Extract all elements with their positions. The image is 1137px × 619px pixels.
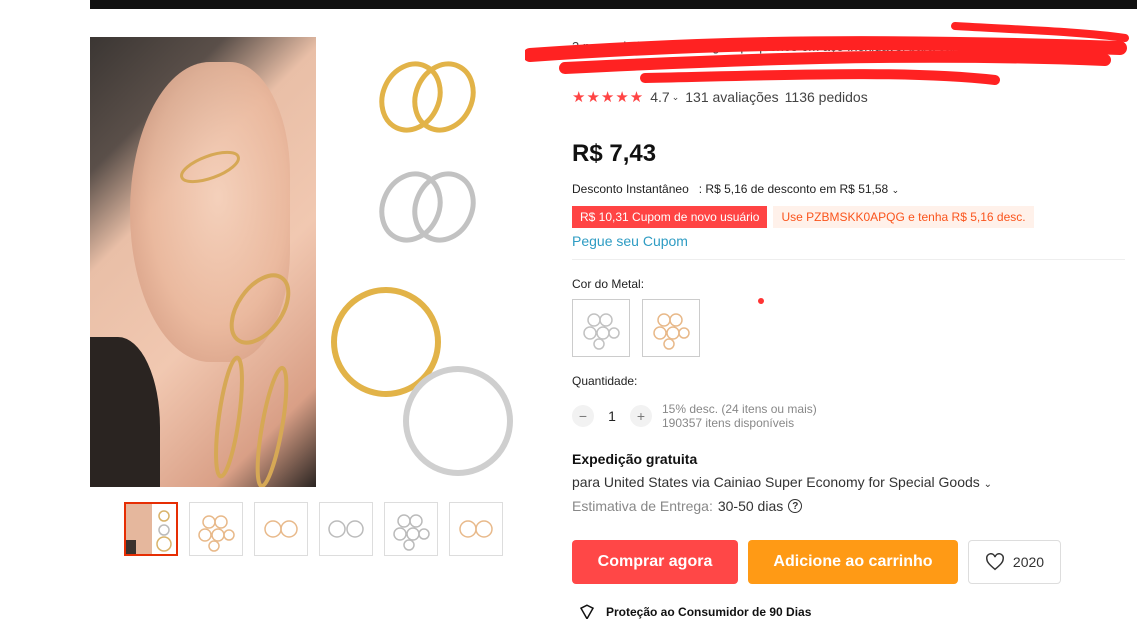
- thumbnail-5[interactable]: [384, 502, 438, 556]
- order-count: 1136 pedidos: [784, 89, 868, 105]
- eta-label: Estimativa de Entrega:: [572, 498, 713, 514]
- wishlist-count: 2020: [1012, 554, 1045, 570]
- swatch-rose-gold[interactable]: [642, 299, 700, 357]
- thumbnail-3[interactable]: [254, 502, 308, 556]
- promo-code-coupon[interactable]: Use PZBMSKK0APQG e tenha R$ 5,16 desc.: [773, 206, 1034, 228]
- product-price: R$ 7,43: [572, 140, 657, 167]
- add-to-cart-button[interactable]: Adicione ao carrinho: [748, 540, 958, 584]
- review-count[interactable]: 131 avaliações: [685, 89, 778, 105]
- shipping-method[interactable]: para United States via Cainiao Super Eco…: [572, 474, 992, 490]
- divider: [572, 259, 1125, 260]
- quantity-label: Quantidade:: [572, 374, 638, 388]
- star-rating-icon: ★★★★★: [572, 89, 645, 106]
- metal-color-label: Cor do Metal:: [572, 277, 645, 291]
- help-icon[interactable]: ?: [788, 499, 803, 513]
- quantity-decrease-button[interactable]: −: [572, 405, 594, 427]
- swatch-silver[interactable]: [572, 299, 630, 357]
- notification-dot: [758, 298, 764, 304]
- coupon-row: R$ 10,31 Cupom de novo usuário Use PZBMS…: [572, 206, 1034, 228]
- rating-score[interactable]: 4.7: [650, 89, 669, 105]
- quantity-value[interactable]: 1: [602, 408, 622, 424]
- shield-icon: [579, 604, 595, 619]
- product-title: 3 pares de brincos de argola pequenos em…: [572, 39, 1053, 54]
- bulk-discount-note: 15% desc. (24 itens ou mais): [662, 402, 817, 416]
- quantity-info: 15% desc. (24 itens ou mais) 190357 iten…: [662, 402, 817, 430]
- wishlist-button[interactable]: 2020: [968, 540, 1061, 584]
- rating-row: ★★★★★ 4.7 ⌄ 131 avaliações 1136 pedidos: [572, 88, 868, 106]
- thumbnail-4[interactable]: [319, 502, 373, 556]
- heart-icon: [986, 553, 1004, 571]
- stock-available: 190357 itens disponíveis: [662, 416, 795, 430]
- top-bar: [90, 0, 1137, 9]
- new-user-coupon[interactable]: R$ 10,31 Cupom de novo usuário: [572, 206, 768, 228]
- chevron-down-icon[interactable]: ⌄: [672, 92, 680, 103]
- quantity-increase-button[interactable]: +: [630, 405, 652, 427]
- eta-value: 30-50 dias: [717, 498, 784, 514]
- shipping-title: Expedição gratuita: [572, 451, 698, 467]
- shipping-method-text[interactable]: para United States via Cainiao Super Eco…: [572, 474, 980, 490]
- hoop-earrings-illustration: [331, 61, 513, 476]
- thumbnail-6[interactable]: [449, 502, 503, 556]
- thumbnail-2[interactable]: [189, 502, 243, 556]
- thumbnail-strip: [124, 502, 503, 556]
- instant-discount: Desconto Instantâneo : R$ 5,16 de descon…: [572, 182, 899, 196]
- consumer-protection[interactable]: Proteção ao Consumidor de 90 Dias: [578, 603, 811, 619]
- main-product-image[interactable]: [90, 37, 530, 487]
- delivery-estimate: Estimativa de Entrega: 30-50 dias ?: [572, 498, 803, 514]
- thumbnail-1[interactable]: [124, 502, 178, 556]
- discount-label: Desconto Instantâneo: [572, 182, 689, 196]
- ear-photo: [90, 37, 316, 487]
- protection-text: Proteção ao Consumidor de 90 Dias: [606, 605, 812, 619]
- discount-text[interactable]: : R$ 5,16 de desconto em R$ 51,58: [699, 182, 888, 196]
- chevron-down-icon[interactable]: ⌄: [892, 185, 900, 195]
- chevron-down-icon[interactable]: ⌄: [984, 479, 992, 490]
- metal-color-options: [572, 299, 700, 357]
- get-coupon-link[interactable]: Pegue seu Cupom: [572, 233, 688, 249]
- quantity-stepper: − 1 + 15% desc. (24 itens ou mais) 19035…: [572, 402, 817, 430]
- buy-now-button[interactable]: Comprar agora: [572, 540, 738, 584]
